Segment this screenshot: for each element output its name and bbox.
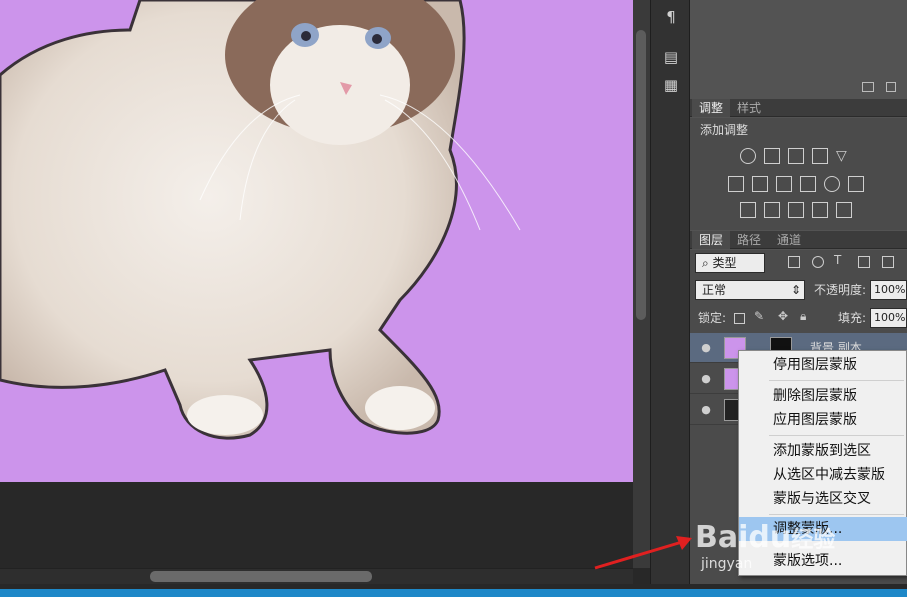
- curves-icon[interactable]: [788, 148, 804, 164]
- blend-mode-value: 正常: [702, 283, 727, 297]
- menu-item-mask-options[interactable]: 蒙版选项...: [739, 549, 907, 573]
- eye-icon[interactable]: ●: [699, 372, 713, 386]
- notes-icon[interactable]: ▦: [660, 74, 682, 96]
- gradient-map-icon[interactable]: [836, 202, 852, 218]
- search-icon: ⌕: [702, 256, 713, 270]
- paragraph-icon[interactable]: ¶: [660, 6, 682, 28]
- brightness-icon[interactable]: [740, 148, 756, 164]
- hue-saturation-icon[interactable]: [728, 176, 744, 192]
- type-filter-icon[interactable]: T: [834, 253, 841, 267]
- layers-tabbar: 图层 路径 通道: [690, 231, 907, 249]
- tab-layers[interactable]: 图层: [692, 231, 731, 249]
- invert-icon[interactable]: [740, 202, 756, 218]
- selective-color-icon[interactable]: [812, 202, 828, 218]
- photo-filter-icon[interactable]: [800, 176, 816, 192]
- fill-label: 填充:: [838, 311, 867, 325]
- exposure-icon[interactable]: [812, 148, 828, 164]
- filter-kind-value: 类型: [712, 256, 737, 270]
- menu-item-add-mask-to-selection[interactable]: 添加蒙版到选区: [739, 439, 907, 463]
- blend-mode-select[interactable]: 正常 ⇕: [695, 280, 805, 300]
- posterize-icon[interactable]: [764, 202, 780, 218]
- cat-image: [0, 0, 521, 440]
- adjustments-tabbar: 调整 样式: [690, 99, 907, 117]
- opacity-label: 不透明度:: [814, 283, 867, 297]
- context-menu: 停用图层蒙版 删除图层蒙版 应用图层蒙版 添加蒙版到选区 从选区中减去蒙版 蒙版…: [738, 350, 907, 576]
- arrow-annotation-icon: [594, 536, 692, 570]
- taskbar-strip: [0, 589, 907, 597]
- tab-styles[interactable]: 样式: [730, 99, 768, 117]
- black-white-icon[interactable]: [776, 176, 792, 192]
- horizontal-scroll-thumb[interactable]: [150, 571, 372, 582]
- menu-item-delete-mask[interactable]: 删除图层蒙版: [739, 384, 907, 408]
- tab-paths[interactable]: 路径: [730, 231, 768, 249]
- menu-separator: [769, 514, 904, 515]
- vertical-scroll-thumb[interactable]: [636, 30, 646, 320]
- layer-filter-select[interactable]: ⌕ 类型: [695, 253, 765, 273]
- fill-input[interactable]: 100%: [870, 308, 907, 328]
- tab-channels[interactable]: 通道: [770, 231, 808, 249]
- menu-item-disable-mask[interactable]: 停用图层蒙版: [739, 353, 907, 377]
- menu-separator: [769, 380, 904, 381]
- menu-item-subtract-mask[interactable]: 从选区中减去蒙版: [739, 463, 907, 487]
- smart-object-filter-icon[interactable]: [882, 256, 894, 268]
- adjustment-filter-icon[interactable]: [812, 256, 824, 268]
- threshold-icon[interactable]: [788, 202, 804, 218]
- document-canvas[interactable]: [0, 0, 633, 482]
- trash-icon[interactable]: [886, 82, 896, 92]
- lock-transparent-icon[interactable]: [734, 313, 745, 324]
- eye-icon[interactable]: ●: [699, 341, 713, 355]
- menu-item-intersect-mask[interactable]: 蒙版与选区交叉: [739, 487, 907, 511]
- menu-separator: [769, 435, 904, 436]
- levels-icon[interactable]: [764, 148, 780, 164]
- lock-label: 锁定:: [698, 311, 727, 325]
- color-lookup-icon[interactable]: [848, 176, 864, 192]
- tab-adjustments[interactable]: 调整: [692, 99, 731, 117]
- panel-icon-strip: ¶ ▤ ▦: [650, 0, 690, 584]
- adjustments-panel: 添加调整 ▽: [690, 118, 907, 230]
- channel-mixer-icon[interactable]: [824, 176, 840, 192]
- move-icon[interactable]: ✥: [778, 309, 788, 323]
- canvas-area[interactable]: [0, 0, 633, 568]
- color-balance-icon[interactable]: [752, 176, 768, 192]
- photoshop-window: ¶ ▤ ▦ 调整 样式 添加调整 ▽ 图层 路径 通道 ⌕ 类型 T 正常 ⇕ …: [0, 0, 907, 597]
- lock-icon[interactable]: 🔒︎: [800, 309, 806, 324]
- new-icon[interactable]: [862, 82, 874, 92]
- menu-item-apply-mask[interactable]: 应用图层蒙版: [739, 408, 907, 432]
- vibrance-icon[interactable]: ▽: [836, 148, 852, 164]
- menu-item-refine-mask[interactable]: 调整蒙版...: [739, 517, 907, 541]
- shape-filter-icon[interactable]: [858, 256, 870, 268]
- chevron-updown-icon: ⇕: [790, 283, 801, 297]
- character-panel-icon[interactable]: ▤: [660, 46, 682, 68]
- adjustments-title: 添加调整: [700, 123, 749, 137]
- brush-icon[interactable]: ✎: [754, 309, 764, 323]
- opacity-input[interactable]: 100%: [870, 280, 907, 300]
- pixel-filter-icon[interactable]: [788, 256, 800, 268]
- eye-icon[interactable]: ●: [699, 403, 713, 417]
- top-panel: [690, 0, 907, 98]
